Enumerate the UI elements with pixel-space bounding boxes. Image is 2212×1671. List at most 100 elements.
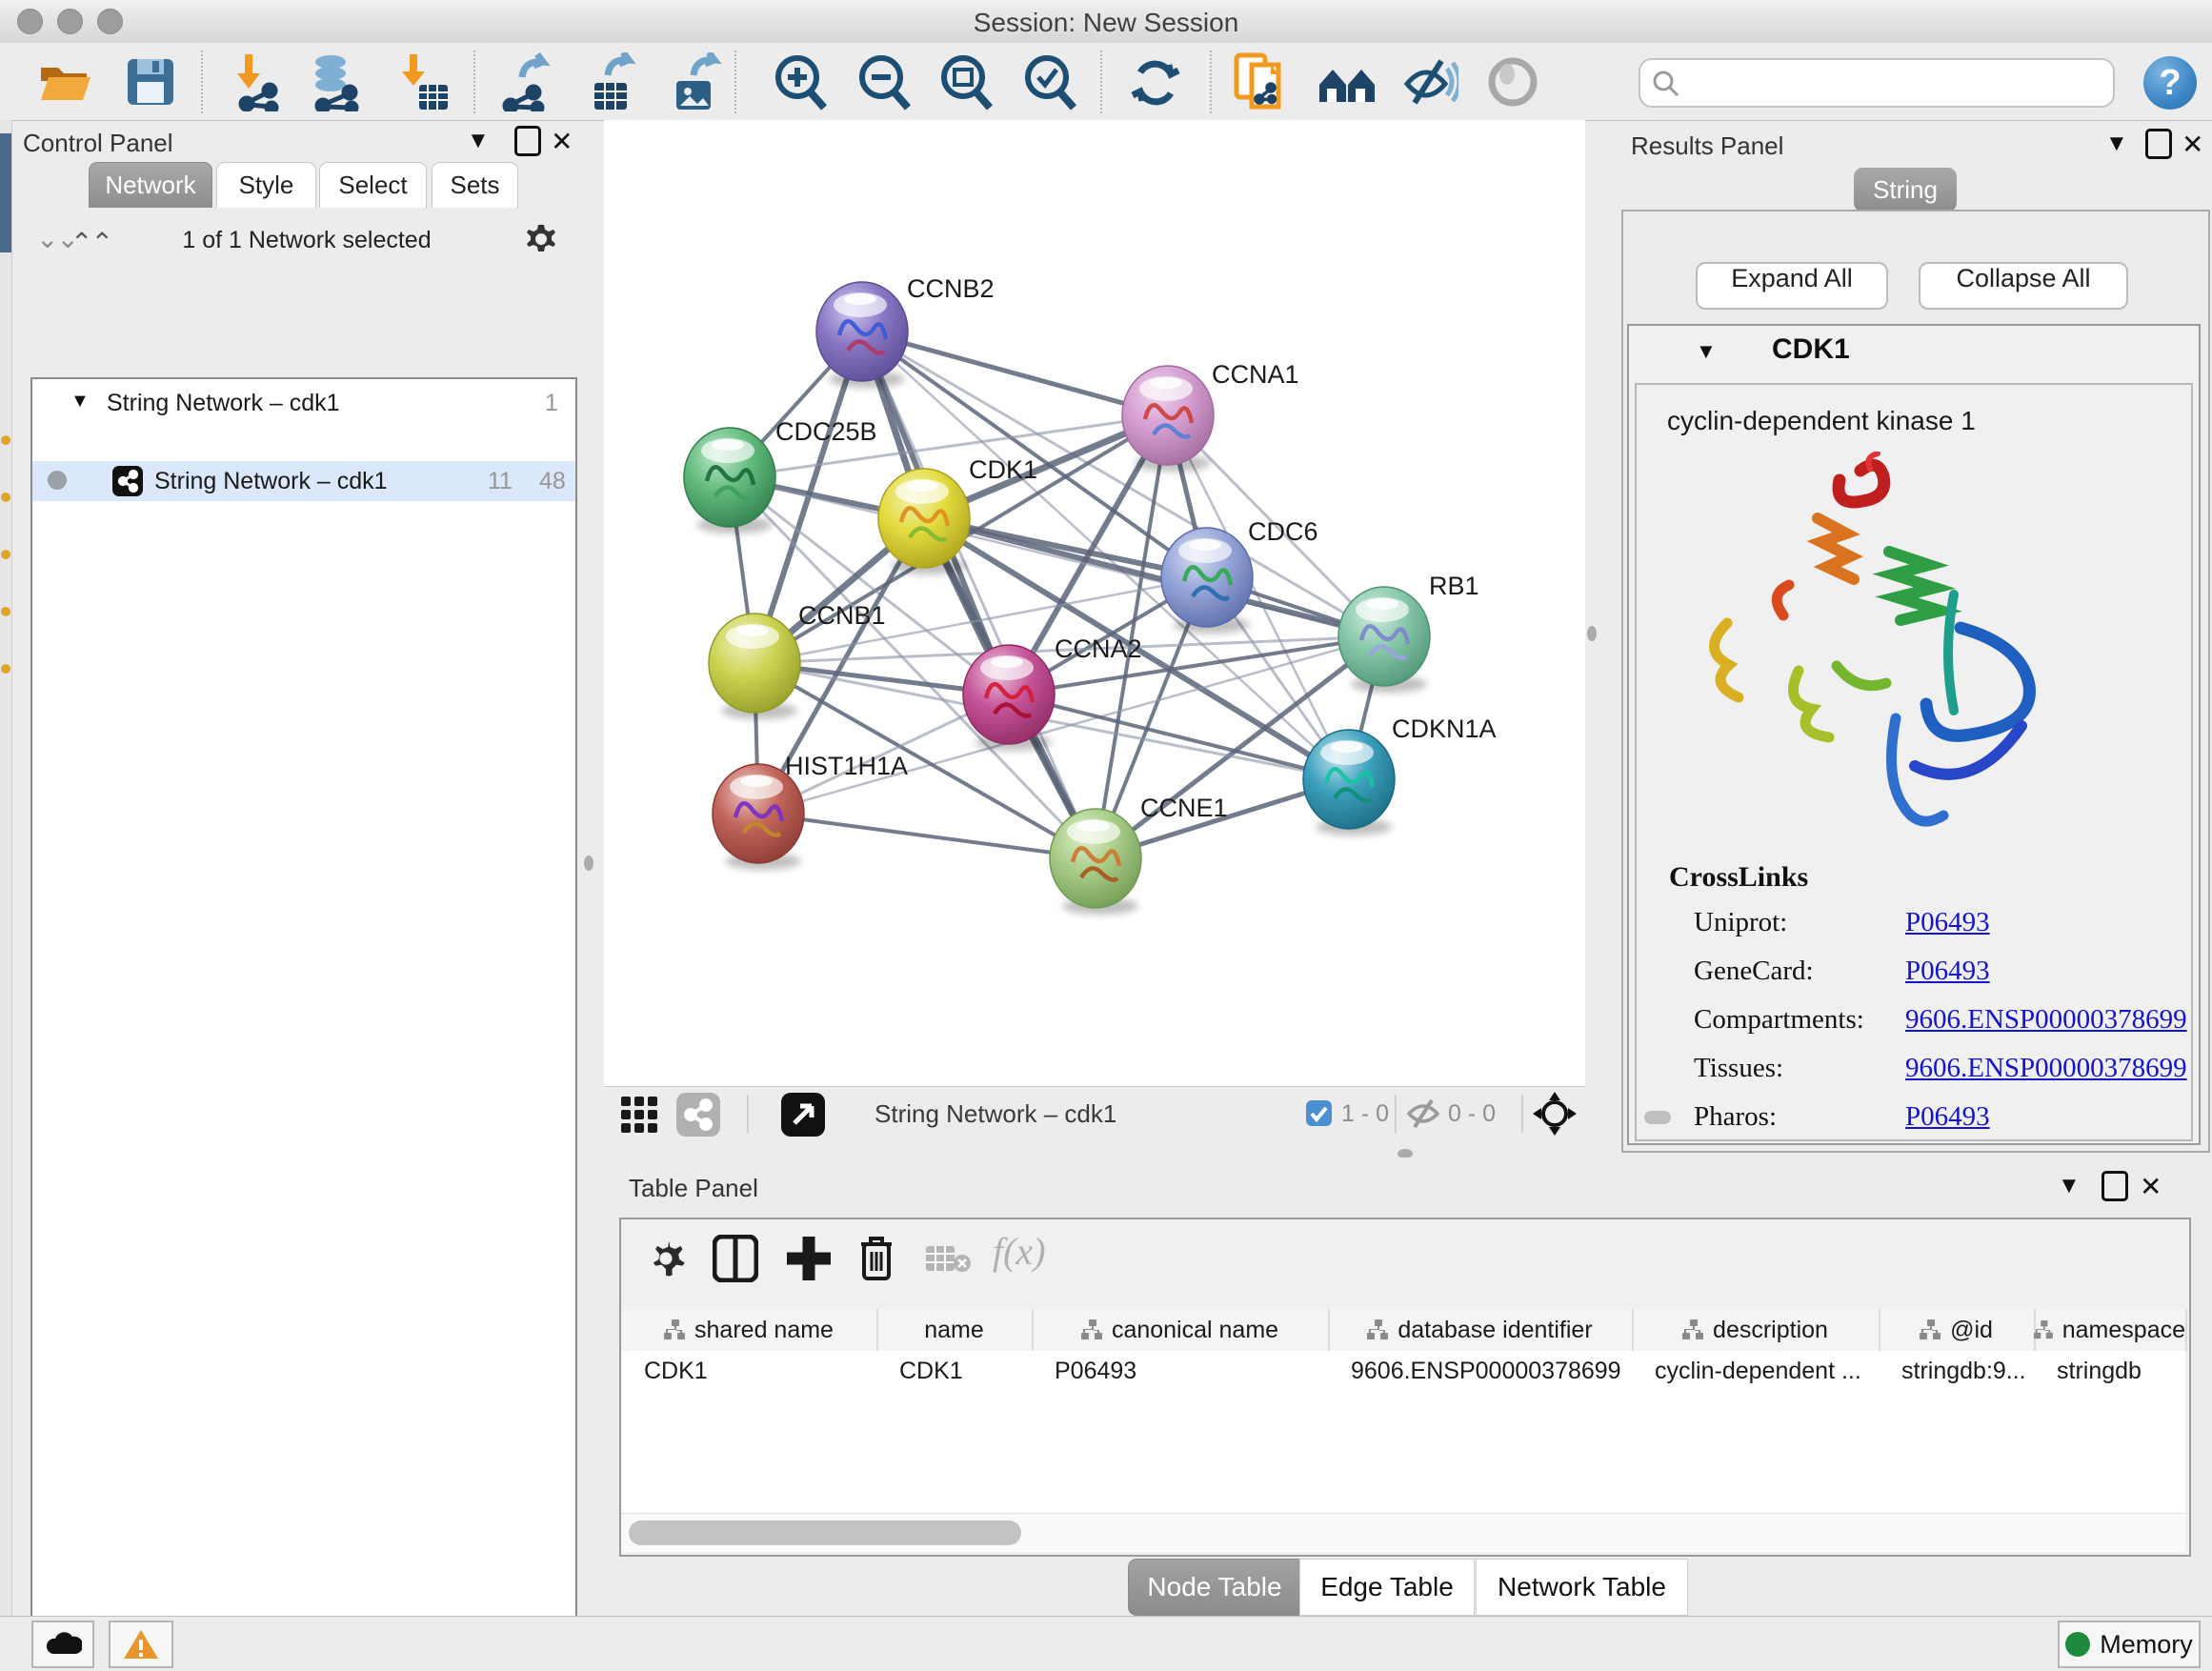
control-panel-close-icon[interactable]: ✕ <box>551 126 573 157</box>
import-table-from-file-icon[interactable] <box>393 52 452 111</box>
network-row-selected[interactable]: String Network – cdk1 11 48 <box>32 461 575 501</box>
column-header-canonical-name[interactable]: canonical name <box>1032 1309 1330 1351</box>
zoom-in-icon[interactable] <box>771 52 830 111</box>
tab-edge-table[interactable]: Edge Table <box>1299 1559 1475 1616</box>
import-network-from-database-icon[interactable] <box>305 52 364 111</box>
crosslink-value-link[interactable]: P06493 <box>1905 907 1990 938</box>
tab-network[interactable]: Network <box>89 162 212 208</box>
tab-style[interactable]: Style <box>216 162 316 208</box>
warning-button[interactable] <box>109 1621 173 1668</box>
crosslink-value-link[interactable]: P06493 <box>1905 1101 1990 1133</box>
network-share-icon[interactable] <box>676 1093 720 1141</box>
function-builder-icon[interactable]: f(x) <box>993 1229 1046 1274</box>
cell-database-identifier[interactable]: 9606.ENSP00000378699 <box>1328 1351 1632 1391</box>
string-home-icon[interactable] <box>1316 52 1375 111</box>
network-graph[interactable]: CCNB2CCNA1CDC25BCDK1CDC6RB1CCNB1CCNA2CDK… <box>604 120 1585 1086</box>
tab-node-table[interactable]: Node Table <box>1128 1559 1301 1616</box>
collapse-all-button[interactable]: Collapse All <box>1919 262 2128 310</box>
node-card-collapse-icon[interactable]: ▼ <box>1696 339 1717 364</box>
network-node[interactable] <box>709 614 800 719</box>
apply-preferred-layout-icon[interactable] <box>1126 52 1185 111</box>
control-panel-float-icon[interactable] <box>514 126 541 156</box>
export-image-icon[interactable] <box>664 52 723 111</box>
expand-all-networks-icon[interactable]: ⌃⌃ <box>70 227 111 258</box>
right-splitter-handle[interactable] <box>1587 626 1597 641</box>
toolbar-separator <box>473 50 475 113</box>
title-bar: Session: New Session <box>0 0 2212 44</box>
network-edge[interactable] <box>758 814 1096 858</box>
table-settings-gear-icon[interactable] <box>644 1237 688 1285</box>
delete-column-icon[interactable] <box>855 1233 897 1287</box>
network-node[interactable] <box>1303 730 1395 836</box>
cell-canonical-name[interactable]: P06493 <box>1032 1351 1328 1391</box>
network-node[interactable] <box>1338 587 1430 693</box>
network-options-gear-icon[interactable] <box>521 219 561 264</box>
scrollbar-thumb[interactable] <box>629 1520 1021 1545</box>
cell-shared-name[interactable]: CDK1 <box>621 1351 876 1391</box>
crosslink-value-link[interactable]: P06493 <box>1905 956 1990 987</box>
table-row[interactable]: CDK1CDK1P064939606.ENSP00000378699cyclin… <box>621 1351 2185 1391</box>
table-panel-float-icon[interactable] <box>2101 1171 2128 1201</box>
hidden-eye-icon[interactable] <box>1405 1098 1441 1134</box>
node-card-title: CDK1 <box>1772 333 1850 366</box>
crosslink-value-link[interactable]: 9606.ENSP00000378699 <box>1905 1004 2187 1036</box>
grid-view-icon[interactable] <box>619 1095 661 1137</box>
cell--id[interactable]: stringdb:9... <box>1879 1351 2034 1391</box>
results-panel-float-icon[interactable] <box>2145 129 2172 159</box>
network-node[interactable] <box>1161 528 1253 634</box>
network-collection-row[interactable]: ▼ String Network – cdk1 1 <box>32 385 575 423</box>
table-panel-close-icon[interactable]: ✕ <box>2140 1171 2162 1202</box>
birds-eye-view-icon[interactable] <box>1533 1092 1577 1140</box>
control-panel-collapse-icon[interactable]: ▼ <box>467 128 490 154</box>
network-node[interactable] <box>816 282 908 388</box>
import-network-from-file-icon[interactable] <box>227 52 286 111</box>
crosslink-value-link[interactable]: 9606.ENSP00000378699 <box>1905 1053 2187 1084</box>
help-icon[interactable]: ? <box>2143 56 2197 110</box>
network-canvas[interactable]: CCNB2CCNA1CDC25BCDK1CDC6RB1CCNB1CCNA2CDK… <box>604 120 1585 1086</box>
add-column-icon[interactable] <box>785 1235 833 1287</box>
table-panel-collapse-icon[interactable]: ▼ <box>2058 1173 2081 1199</box>
zoom-fit-icon[interactable] <box>936 52 995 111</box>
expand-all-button[interactable]: Expand All <box>1696 262 1888 310</box>
selected-counts: 1 - 0 <box>1341 1100 1389 1128</box>
column-header-database-identifier[interactable]: database identifier <box>1328 1309 1634 1351</box>
results-panel-collapse-icon[interactable]: ▼ <box>2105 131 2128 157</box>
tab-sets[interactable]: Sets <box>432 162 518 208</box>
zoom-out-icon[interactable] <box>855 52 914 111</box>
table-horizontal-scrollbar[interactable] <box>621 1513 2185 1552</box>
column-header-shared-name[interactable]: shared name <box>621 1309 878 1351</box>
left-splitter-handle[interactable] <box>584 856 593 871</box>
memory-button[interactable]: Memory <box>2058 1621 2201 1668</box>
delete-table-icon[interactable] <box>924 1242 972 1279</box>
selected-checkbox-icon[interactable] <box>1306 1100 1332 1131</box>
column-header-name[interactable]: name <box>876 1309 1034 1351</box>
crosslink-label: Uniprot: <box>1694 907 1787 937</box>
cloud-button[interactable] <box>31 1621 94 1668</box>
cell-namespace[interactable]: stringdb <box>2034 1351 2185 1391</box>
export-network-icon[interactable] <box>494 52 553 111</box>
network-node[interactable] <box>684 428 775 534</box>
network-node[interactable] <box>1122 366 1214 472</box>
collection-expand-icon[interactable]: ▼ <box>70 391 90 413</box>
export-table-icon[interactable] <box>580 52 639 111</box>
tab-string[interactable]: String <box>1854 168 1957 211</box>
detach-view-icon[interactable] <box>781 1093 825 1141</box>
zoom-selected-icon[interactable] <box>1020 52 1079 111</box>
save-session-icon[interactable] <box>121 52 180 111</box>
hide-enrichment-icon[interactable] <box>1399 52 1458 111</box>
search-input[interactable] <box>1639 58 2115 108</box>
column-header--id[interactable]: @id <box>1879 1309 2036 1351</box>
show-columns-icon[interactable] <box>713 1235 758 1287</box>
copy-style-icon[interactable] <box>1230 52 1289 111</box>
tab-network-table[interactable]: Network Table <box>1476 1559 1688 1616</box>
show-enrichment-icon[interactable] <box>1483 52 1542 111</box>
cell-name[interactable]: CDK1 <box>876 1351 1032 1391</box>
results-panel-close-icon[interactable]: ✕ <box>2182 129 2203 160</box>
open-session-icon[interactable] <box>35 52 94 111</box>
card-hscroll-thumb[interactable] <box>1644 1111 1671 1124</box>
tab-select[interactable]: Select <box>319 162 427 208</box>
column-header-namespace[interactable]: namespace <box>2034 1309 2187 1351</box>
column-header-description[interactable]: description <box>1632 1309 1880 1351</box>
network-node[interactable] <box>1050 809 1141 915</box>
cell-description[interactable]: cyclin-dependent ... <box>1632 1351 1879 1391</box>
